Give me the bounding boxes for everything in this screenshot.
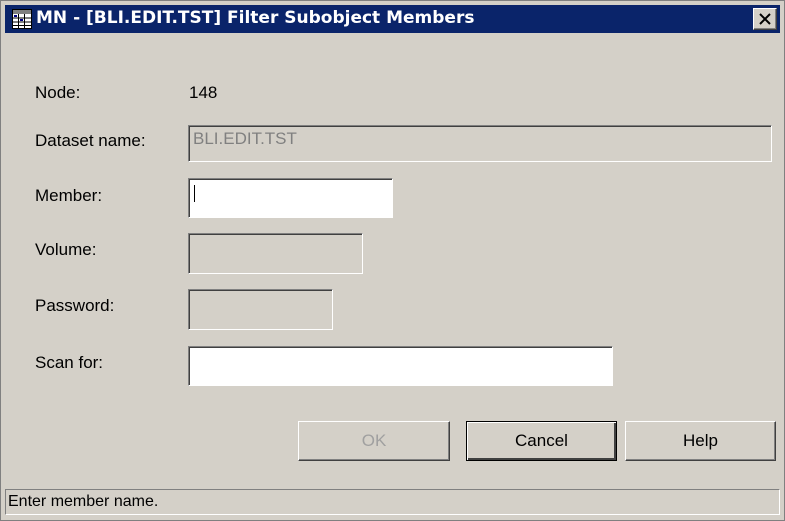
- help-button[interactable]: Help: [625, 421, 776, 461]
- member-label: Member:: [35, 186, 103, 205]
- volume-label: Volume:: [35, 240, 97, 259]
- node-value: 148: [189, 83, 218, 102]
- window-title: MN - [BLI.EDIT.TST] Filter Subobject Mem…: [36, 8, 475, 28]
- status-bar: Enter member name.: [5, 489, 780, 515]
- filter-subobject-members-dialog: MN - [BLI.EDIT.TST] Filter Subobject Mem…: [0, 0, 785, 521]
- dataset-name-label: Dataset name:: [35, 131, 146, 150]
- grid-app-icon: [12, 9, 32, 29]
- scan-for-label: Scan for:: [35, 353, 104, 372]
- close-button[interactable]: [753, 8, 777, 30]
- cancel-button[interactable]: Cancel: [466, 421, 617, 461]
- node-label: Node:: [35, 83, 81, 102]
- scan-for-input[interactable]: [188, 346, 613, 386]
- volume-field: [188, 233, 363, 274]
- dataset-name-field: BLI.EDIT.TST: [188, 125, 772, 162]
- password-label: Password:: [35, 296, 115, 315]
- ok-button[interactable]: OK: [298, 421, 450, 461]
- member-input[interactable]: [188, 178, 393, 218]
- text-cursor: [194, 185, 195, 202]
- password-field: [188, 289, 333, 330]
- title-bar[interactable]: MN - [BLI.EDIT.TST] Filter Subobject Mem…: [5, 5, 780, 33]
